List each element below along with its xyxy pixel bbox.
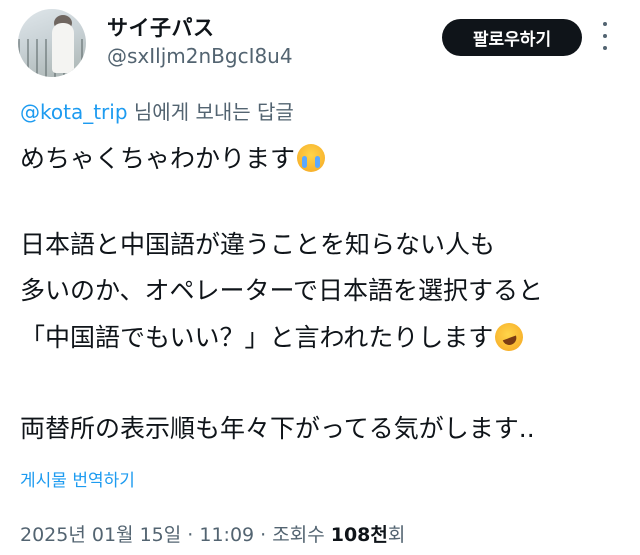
- reply-mention-link[interactable]: @kota_trip: [20, 100, 128, 124]
- rolling-on-floor-laughing-icon: [491, 319, 528, 355]
- views-count[interactable]: 108천: [331, 524, 388, 546]
- post-date[interactable]: 2025년 01월 15일: [20, 524, 181, 546]
- views-suffix: 회: [387, 524, 406, 546]
- more-vertical-icon[interactable]: [598, 22, 612, 50]
- tweet-line-1: めちゃくちゃわかります: [20, 142, 326, 176]
- translate-post-link[interactable]: 게시물 번역하기: [20, 466, 135, 491]
- author-avatar[interactable]: [18, 9, 86, 77]
- avatar-figure: [52, 23, 74, 73]
- views-prefix: 조회수: [272, 524, 331, 546]
- reply-context: @kota_trip 님에게 보내는 답글: [20, 96, 294, 125]
- post-time[interactable]: 11:09: [199, 524, 254, 546]
- tweet-line-5: 両替所の表示順も年々下がってる気がします..: [20, 414, 535, 443]
- loudly-crying-face-icon: [297, 144, 326, 172]
- post-meta: 2025년 01월 15일 · 11:09 · 조회수 108천회: [20, 520, 405, 547]
- tweet-line-4: 「中国語でもいい？」と言われたりします: [20, 319, 528, 355]
- tweet-line-3: 多いのか、オペレーターで日本語を選択すると: [20, 276, 544, 305]
- meta-separator: ·: [181, 524, 200, 546]
- tweet-line-4-text: 「中国語でもいい？」と言われたりします: [20, 323, 494, 352]
- reply-suffix: 님에게 보내는 답글: [127, 100, 294, 124]
- author-handle[interactable]: @sxIljm2nBgcI8u4: [107, 44, 293, 68]
- tweet-line-1-text: めちゃくちゃわかります: [20, 144, 296, 173]
- tweet-line-2: 日本語と中国語が違うことを知らない人も: [20, 230, 496, 259]
- meta-separator: ·: [254, 524, 273, 546]
- follow-button[interactable]: 팔로우하기: [442, 19, 582, 56]
- author-display-name[interactable]: サイ子パス: [107, 12, 215, 42]
